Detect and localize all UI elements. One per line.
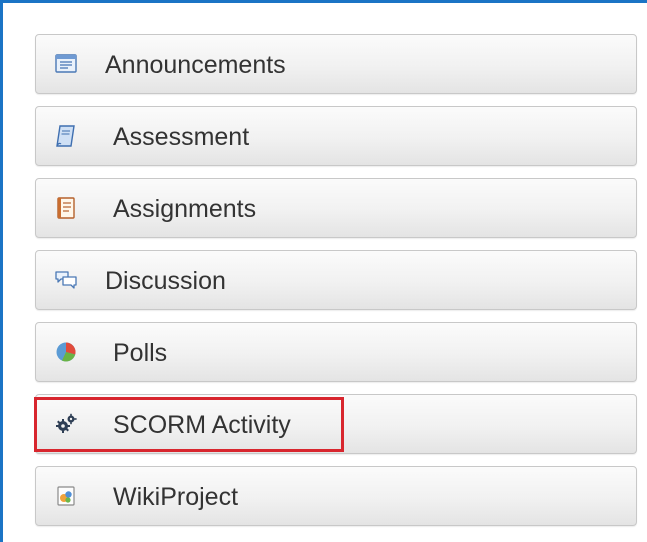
tool-button-scorm-activity[interactable]: SCORM Activity bbox=[35, 394, 637, 454]
tool-panel-frame: Announcements Assessment Assignments Dis… bbox=[0, 0, 647, 542]
tool-label-announcements: Announcements bbox=[105, 51, 286, 79]
discussion-icon bbox=[54, 268, 78, 292]
tool-button-discussion[interactable]: Discussion bbox=[35, 250, 637, 310]
tool-label-assignments: Assignments bbox=[113, 195, 257, 223]
wikiproject-icon bbox=[54, 484, 78, 508]
tool-button-polls[interactable]: Polls bbox=[35, 322, 637, 382]
tool-button-assignments[interactable]: Assignments bbox=[35, 178, 637, 238]
tool-label-polls: Polls bbox=[113, 339, 168, 367]
tool-label-assessment: Assessment bbox=[113, 123, 250, 151]
assessment-icon bbox=[54, 124, 78, 148]
polls-icon bbox=[54, 340, 78, 364]
scorm-gears-icon bbox=[54, 412, 78, 436]
tool-label-scorm-activity: SCORM Activity bbox=[113, 411, 291, 439]
tool-button-assessment[interactable]: Assessment bbox=[35, 106, 637, 166]
tool-button-wikiproject[interactable]: WikiProject bbox=[35, 466, 637, 526]
assignments-icon bbox=[54, 196, 78, 220]
tool-list: Announcements Assessment Assignments Dis… bbox=[35, 34, 637, 538]
tool-button-announcements[interactable]: Announcements bbox=[35, 34, 637, 94]
announcements-icon bbox=[54, 52, 78, 76]
tool-label-wikiproject: WikiProject bbox=[113, 483, 239, 511]
tool-label-discussion: Discussion bbox=[105, 267, 226, 295]
